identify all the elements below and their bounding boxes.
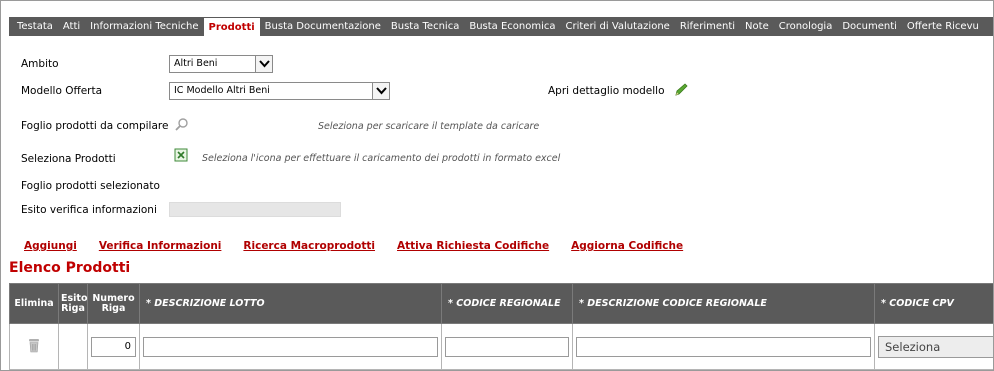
esito-label: Esito verifica informazioni [21,204,157,216]
products-panel: Testata Atti Informazioni Tecniche Prodo… [0,0,994,371]
tab-busta-economica[interactable]: Busta Economica [464,17,560,36]
col-descrizione-lotto[interactable]: * DESCRIZIONE LOTTO [139,283,442,324]
tab-cronologia[interactable]: Cronologia [774,17,838,36]
products-table: Elimina Esito Riga Numero Riga * DESCRIZ… [9,283,993,370]
tab-riferimenti[interactable]: Riferimenti [675,17,740,36]
modello-label: Modello Offerta [21,85,103,97]
ricerca-macroprodotti-link[interactable]: Ricerca Macroprodotti [243,240,375,252]
foglio-hint: Seleziona per scaricare il template da c… [318,121,540,132]
codice-regionale-cell [441,323,573,370]
delete-cell [9,323,59,370]
col-elimina: Elimina [9,283,59,324]
ambito-label: Ambito [21,58,59,70]
tab-documenti[interactable]: Documenti [837,17,902,36]
table-header-row: Elimina Esito Riga Numero Riga * DESCRIZ… [9,283,993,324]
tab-bar: Testata Atti Informazioni Tecniche Prodo… [9,17,993,36]
search-icon[interactable] [174,117,189,135]
descrizione-codice-input[interactable] [576,336,871,357]
apri-dettaglio-label: Apri dettaglio modello [548,85,665,97]
aggiungi-link[interactable]: Aggiungi [24,240,77,252]
tab-prodotti[interactable]: Prodotti [203,17,260,36]
numero-riga-input[interactable]: 0 [91,336,136,357]
tab-informazioni-tecniche[interactable]: Informazioni Tecniche [85,17,203,36]
excel-icon[interactable] [174,148,188,165]
tab-busta-tecnica[interactable]: Busta Tecnica [386,17,464,36]
tab-testata[interactable]: Testata [12,17,58,36]
chevron-down-icon [372,83,389,99]
modello-select[interactable]: IC Modello Altri Beni [169,82,390,100]
ambito-value: Altri Beni [174,58,218,69]
attiva-richiesta-codifiche-link[interactable]: Attiva Richiesta Codifiche [397,240,549,252]
descrizione-lotto-input[interactable] [143,336,438,357]
col-descrizione-codice-regionale[interactable]: * DESCRIZIONE CODICE REGIONALE [572,283,875,324]
codice-cpv-select[interactable]: Seleziona [878,335,993,358]
tab-note[interactable]: Note [740,17,774,36]
trash-icon[interactable] [28,338,40,356]
aggiorna-codifiche-link[interactable]: Aggiorna Codifiche [571,240,683,252]
tab-criteri-valutazione[interactable]: Criteri di Valutazione [561,17,675,36]
pencil-icon[interactable] [673,82,689,101]
verifica-informazioni-link[interactable]: Verifica Informazioni [99,240,222,252]
seleziona-hint: Seleziona l'icona per effettuare il cari… [202,153,561,164]
codice-cpv-cell: Seleziona [874,323,993,370]
table-row: 0 Seleziona [9,323,993,370]
codice-regionale-input[interactable] [445,336,569,357]
numero-cell: 0 [87,323,140,370]
tab-busta-documentazione[interactable]: Busta Documentazione [260,17,386,36]
tab-atti[interactable]: Atti [58,17,85,36]
tab-offerte-ricevute[interactable]: Offerte Ricevu [902,17,984,36]
esito-field [169,202,341,217]
foglio-selezionato-label: Foglio prodotti selezionato [21,180,160,192]
col-esito-riga: Esito Riga [58,283,88,324]
foglio-label: Foglio prodotti da compilare [21,120,169,132]
seleziona-label: Seleziona Prodotti [21,153,116,165]
descrizione-codice-cell [572,323,875,370]
actions-bar: Aggiungi Verifica Informazioni Ricerca M… [24,240,683,252]
modello-value: IC Modello Altri Beni [174,85,270,96]
col-codice-cpv[interactable]: * CODICE CPV [874,283,993,324]
chevron-down-icon [255,56,272,72]
descrizione-lotto-cell [139,323,442,370]
section-title: Elenco Prodotti [9,260,131,276]
esito-cell [58,323,88,370]
col-codice-regionale[interactable]: * CODICE REGIONALE [441,283,573,324]
ambito-select[interactable]: Altri Beni [169,55,273,73]
col-numero-riga: Numero Riga [87,283,140,324]
